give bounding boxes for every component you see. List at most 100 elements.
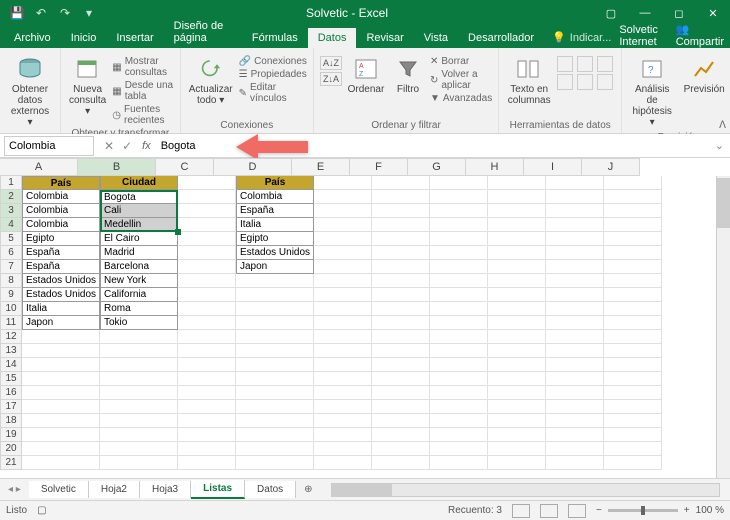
- cell-A14[interactable]: [22, 358, 100, 372]
- row-header[interactable]: 6: [0, 246, 22, 260]
- row-header[interactable]: 8: [0, 274, 22, 288]
- cell-E21[interactable]: [314, 456, 372, 470]
- cell-C13[interactable]: [178, 344, 236, 358]
- col-header-H[interactable]: H: [466, 158, 524, 176]
- cell-J8[interactable]: [604, 274, 662, 288]
- sort-az[interactable]: A↓Z: [320, 56, 342, 70]
- from-table[interactable]: ▦ Desde una tabla: [112, 80, 173, 102]
- cell-J1[interactable]: [604, 176, 662, 190]
- cell-G14[interactable]: [430, 358, 488, 372]
- zoom-out-icon[interactable]: −: [596, 505, 602, 516]
- row-header[interactable]: 10: [0, 302, 22, 316]
- sheet-tab[interactable]: Hoja2: [89, 481, 140, 498]
- cell-F20[interactable]: [372, 442, 430, 456]
- col-header-E[interactable]: E: [292, 158, 350, 176]
- redo-icon[interactable]: ↷: [54, 3, 76, 23]
- cell-I2[interactable]: [546, 190, 604, 204]
- cell-D4[interactable]: Italia: [236, 218, 314, 232]
- cell-A4[interactable]: Colombia: [22, 218, 100, 232]
- tab-formulas[interactable]: Fórmulas: [242, 28, 308, 48]
- cell-C3[interactable]: [178, 204, 236, 218]
- cell-F4[interactable]: [372, 218, 430, 232]
- row-headers[interactable]: 123456789101112131415161718192021: [0, 176, 22, 478]
- sheet-tab[interactable]: Datos: [245, 481, 296, 498]
- cell-B13[interactable]: [100, 344, 178, 358]
- cell-C19[interactable]: [178, 428, 236, 442]
- row-header[interactable]: 11: [0, 316, 22, 330]
- cell-J20[interactable]: [604, 442, 662, 456]
- cell-E11[interactable]: [314, 316, 372, 330]
- tab-nav-prev[interactable]: ◂ ▸: [0, 484, 29, 495]
- cell-C7[interactable]: [178, 260, 236, 274]
- cell-D19[interactable]: [236, 428, 314, 442]
- cell-G4[interactable]: [430, 218, 488, 232]
- page-break-view-icon[interactable]: [568, 504, 586, 518]
- cell-B5[interactable]: El Cairo: [100, 232, 178, 246]
- cell-I5[interactable]: [546, 232, 604, 246]
- cell-J4[interactable]: [604, 218, 662, 232]
- row-header[interactable]: 5: [0, 232, 22, 246]
- tab-revisar[interactable]: Revisar: [356, 28, 413, 48]
- cell-E16[interactable]: [314, 386, 372, 400]
- cell-H12[interactable]: [488, 330, 546, 344]
- cell-A7[interactable]: España: [22, 260, 100, 274]
- tab-file[interactable]: Archivo: [4, 28, 61, 48]
- cell-I9[interactable]: [546, 288, 604, 302]
- flash-fill-icon[interactable]: [557, 56, 573, 72]
- row-header[interactable]: 21: [0, 456, 22, 470]
- cell-I18[interactable]: [546, 414, 604, 428]
- cell-D6[interactable]: Estados Unidos: [236, 246, 314, 260]
- zoom-control[interactable]: − + 100 %: [596, 505, 724, 516]
- row-header[interactable]: 2: [0, 190, 22, 204]
- col-header-J[interactable]: J: [582, 158, 640, 176]
- cell-grid[interactable]: PaísColombiaColombiaColombiaEgiptoEspaña…: [22, 176, 716, 478]
- cell-B12[interactable]: [100, 330, 178, 344]
- col-header-B[interactable]: B: [78, 158, 156, 176]
- sort-za[interactable]: Z↓A: [320, 72, 342, 86]
- cell-F3[interactable]: [372, 204, 430, 218]
- cell-G7[interactable]: [430, 260, 488, 274]
- reapply-filter[interactable]: ↻ Volver a aplicar: [430, 69, 492, 91]
- cell-H9[interactable]: [488, 288, 546, 302]
- cell-G17[interactable]: [430, 400, 488, 414]
- cell-H3[interactable]: [488, 204, 546, 218]
- cell-E18[interactable]: [314, 414, 372, 428]
- sheet-tab[interactable]: Hoja3: [140, 481, 191, 498]
- cell-H15[interactable]: [488, 372, 546, 386]
- cell-B17[interactable]: [100, 400, 178, 414]
- cell-C15[interactable]: [178, 372, 236, 386]
- cell-A16[interactable]: [22, 386, 100, 400]
- cell-G2[interactable]: [430, 190, 488, 204]
- cell-H1[interactable]: [488, 176, 546, 190]
- cell-I19[interactable]: [546, 428, 604, 442]
- cell-D1[interactable]: País: [236, 176, 314, 190]
- cell-F5[interactable]: [372, 232, 430, 246]
- show-queries[interactable]: ▦ Mostrar consultas: [112, 56, 173, 78]
- tab-diseno[interactable]: Diseño de página: [164, 16, 242, 48]
- cell-H6[interactable]: [488, 246, 546, 260]
- row-header[interactable]: 12: [0, 330, 22, 344]
- cell-A11[interactable]: Japon: [22, 316, 100, 330]
- cell-J9[interactable]: [604, 288, 662, 302]
- cell-J10[interactable]: [604, 302, 662, 316]
- cell-D16[interactable]: [236, 386, 314, 400]
- cell-F19[interactable]: [372, 428, 430, 442]
- page-layout-view-icon[interactable]: [540, 504, 558, 518]
- cell-I7[interactable]: [546, 260, 604, 274]
- zoom-slider[interactable]: [608, 509, 678, 512]
- cell-B10[interactable]: Roma: [100, 302, 178, 316]
- cell-E7[interactable]: [314, 260, 372, 274]
- row-header[interactable]: 14: [0, 358, 22, 372]
- cell-C6[interactable]: [178, 246, 236, 260]
- row-header[interactable]: 7: [0, 260, 22, 274]
- cell-G3[interactable]: [430, 204, 488, 218]
- cell-J3[interactable]: [604, 204, 662, 218]
- tab-desarrollador[interactable]: Desarrollador: [458, 28, 544, 48]
- cell-I11[interactable]: [546, 316, 604, 330]
- tab-datos[interactable]: Datos: [308, 28, 357, 48]
- cell-H19[interactable]: [488, 428, 546, 442]
- cell-J2[interactable]: [604, 190, 662, 204]
- connections[interactable]: 🔗 Conexiones: [239, 56, 307, 67]
- cell-J16[interactable]: [604, 386, 662, 400]
- cell-F6[interactable]: [372, 246, 430, 260]
